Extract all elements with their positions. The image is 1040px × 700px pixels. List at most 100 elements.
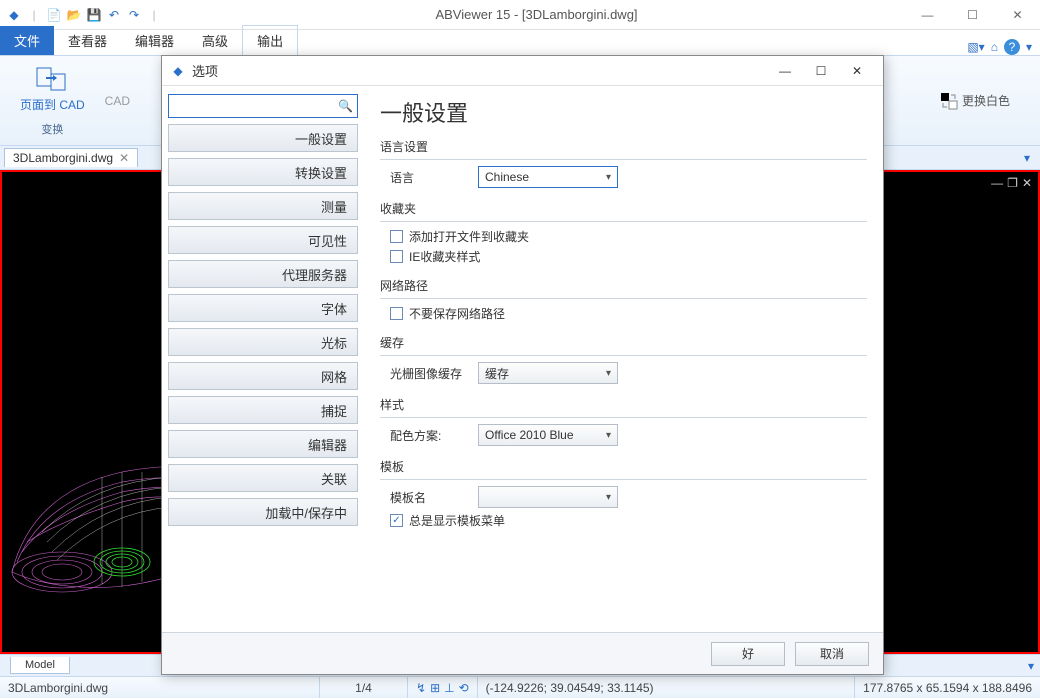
nav-font[interactable]: 字体	[168, 294, 358, 322]
chevron-down-icon: ▾	[606, 430, 611, 441]
page-to-cad-icon	[36, 62, 68, 94]
chk-always-show-template-label: 总是显示模板菜单	[409, 512, 505, 529]
section-cache-legend: 缓存	[380, 334, 867, 351]
app-icon: ◆	[6, 7, 22, 23]
chevron-down-icon: ▾	[606, 492, 611, 503]
ribbon-help-drop-icon[interactable]: ▾	[1026, 40, 1032, 54]
status-coords: (-124.9226; 39.04549; 33.1145)	[478, 677, 856, 698]
vp-restore-icon[interactable]: ❐	[1007, 176, 1018, 190]
cancel-button[interactable]: 取消	[795, 642, 869, 666]
content-heading: 一般设置	[380, 96, 867, 128]
save-icon[interactable]: 💾	[86, 7, 102, 23]
chk-dont-save-net-label: 不要保存网络路径	[409, 305, 505, 322]
status-icon-2[interactable]: ⊞	[430, 681, 440, 695]
section-style-legend: 样式	[380, 396, 867, 413]
qat-sep2: |	[146, 7, 162, 23]
ribbon-home-icon[interactable]: ⌂	[991, 40, 998, 54]
layout-overflow-icon[interactable]: ▾	[1022, 659, 1040, 673]
checkbox-icon	[390, 307, 403, 320]
undo-icon[interactable]: ↶	[106, 7, 122, 23]
chevron-down-icon: ▾	[606, 172, 611, 183]
section-template-legend: 模板	[380, 458, 867, 475]
nav-loadsave[interactable]: 加载中/保存中	[168, 498, 358, 526]
status-icon-3[interactable]: ⊥	[444, 681, 454, 695]
minimize-button[interactable]: —	[905, 0, 950, 30]
ribbon-tab-output[interactable]: 输出	[242, 25, 298, 55]
window-title: ABViewer 15 - [3DLamborgini.dwg]	[168, 7, 905, 22]
viewport-mdi-controls: — ❐ ✕	[991, 176, 1032, 190]
vp-min-icon[interactable]: —	[991, 176, 1003, 190]
maximize-button[interactable]: ☐	[950, 0, 995, 30]
nav-editor[interactable]: 编辑器	[168, 430, 358, 458]
style-value: Office 2010 Blue	[485, 428, 574, 442]
status-toggle-icons: ↯ ⊞ ⊥ ⟲	[408, 677, 478, 698]
options-search[interactable]: 🔍	[168, 94, 358, 118]
ribbon-help-icon[interactable]: ?	[1004, 39, 1020, 55]
style-combo[interactable]: Office 2010 Blue ▾	[478, 424, 618, 446]
ribbon-tab-advanced[interactable]: 高级	[188, 26, 242, 55]
qat-sep: |	[26, 7, 42, 23]
page-to-cad-button[interactable]: 页面到 CAD	[20, 62, 85, 113]
close-button[interactable]: ✕	[995, 0, 1040, 30]
ok-button[interactable]: 好	[711, 642, 785, 666]
status-page: 1/4	[320, 677, 408, 698]
dialog-minimize-button[interactable]: —	[767, 57, 803, 85]
redo-icon[interactable]: ↷	[126, 7, 142, 23]
chk-add-open-to-fav-label: 添加打开文件到收藏夹	[409, 228, 529, 245]
ribbon-tab-viewer[interactable]: 查看器	[54, 26, 121, 55]
status-extent: 177.8765 x 65.1594 x 188.8496	[855, 677, 1040, 698]
open-icon[interactable]: 📂	[66, 7, 82, 23]
section-favorites: 收藏夹 添加打开文件到收藏夹 IE收藏夹样式	[380, 200, 867, 265]
doctab-overflow-icon[interactable]: ▾	[1018, 151, 1036, 165]
new-icon[interactable]: 📄	[46, 7, 62, 23]
dialog-nav: 🔍 一般设置 转换设置 测量 可见性 代理服务器 字体 光标 网格 捕捉 编辑器…	[162, 86, 364, 632]
language-combo[interactable]: Chinese ▾	[478, 166, 618, 188]
options-search-input[interactable]	[173, 99, 338, 113]
status-filename: 3DLamborgini.dwg	[0, 677, 320, 698]
nav-convert[interactable]: 转换设置	[168, 158, 358, 186]
ribbon-group-convert-label: 变换	[41, 121, 63, 137]
nav-grid[interactable]: 网格	[168, 362, 358, 390]
search-icon[interactable]: 🔍	[338, 99, 353, 113]
dialog-close-button[interactable]: ✕	[839, 57, 875, 85]
dialog-body: 🔍 一般设置 转换设置 测量 可见性 代理服务器 字体 光标 网格 捕捉 编辑器…	[162, 86, 883, 632]
page-to-cad-label: 页面到 CAD	[20, 96, 85, 113]
ribbon-group-convert: 页面到 CAD 变换	[10, 62, 95, 137]
dialog-icon: ◆	[170, 63, 186, 79]
section-template: 模板 模板名 ▾ ✓ 总是显示模板菜单	[380, 458, 867, 529]
language-label: 语言	[390, 169, 470, 186]
nav-snap[interactable]: 捕捉	[168, 396, 358, 424]
checkbox-icon	[390, 230, 403, 243]
section-cache: 缓存 光栅图像缓存 缓存 ▾	[380, 334, 867, 384]
chk-always-show-template[interactable]: ✓ 总是显示模板菜单	[390, 512, 867, 529]
status-icon-4[interactable]: ⟲	[459, 681, 469, 695]
layout-tab-model[interactable]: Model	[10, 657, 70, 674]
style-label: 配色方案:	[390, 427, 470, 444]
ribbon-tabs: 文件 查看器 编辑器 高级 输出 ▧▾ ⌂ ? ▾	[0, 30, 1040, 56]
section-language-legend: 语言设置	[380, 138, 867, 155]
chk-ie-fav-style[interactable]: IE收藏夹样式	[390, 248, 867, 265]
nav-proxy[interactable]: 代理服务器	[168, 260, 358, 288]
ribbon-tab-editor[interactable]: 编辑器	[121, 26, 188, 55]
nav-visibility[interactable]: 可见性	[168, 226, 358, 254]
vp-close-icon[interactable]: ✕	[1022, 176, 1032, 190]
chk-add-open-to-fav[interactable]: 添加打开文件到收藏夹	[390, 228, 867, 245]
chk-dont-save-net[interactable]: 不要保存网络路径	[390, 305, 867, 322]
dialog-title: 选项	[192, 61, 767, 80]
dialog-content: 一般设置 语言设置 语言 Chinese ▾ 收藏夹 添加打开文件到收藏夹	[364, 86, 883, 632]
dialog-maximize-button[interactable]: ☐	[803, 57, 839, 85]
ribbon-tool1-icon[interactable]: ▧▾	[967, 40, 984, 54]
nav-measure[interactable]: 测量	[168, 192, 358, 220]
nav-cursor[interactable]: 光标	[168, 328, 358, 356]
section-favorites-legend: 收藏夹	[380, 200, 867, 217]
document-tab[interactable]: 3DLamborgini.dwg ✕	[4, 148, 138, 167]
status-icon-1[interactable]: ↯	[416, 681, 426, 695]
template-combo[interactable]: ▾	[478, 486, 618, 508]
document-tab-close-icon[interactable]: ✕	[119, 151, 129, 165]
nav-general[interactable]: 一般设置	[168, 124, 358, 152]
cache-combo[interactable]: 缓存 ▾	[478, 362, 618, 384]
nav-assoc[interactable]: 关联	[168, 464, 358, 492]
section-network: 网络路径 不要保存网络路径	[380, 277, 867, 322]
ribbon-tab-file[interactable]: 文件	[0, 26, 54, 55]
change-white-button[interactable]: 更换白色	[940, 92, 1010, 110]
